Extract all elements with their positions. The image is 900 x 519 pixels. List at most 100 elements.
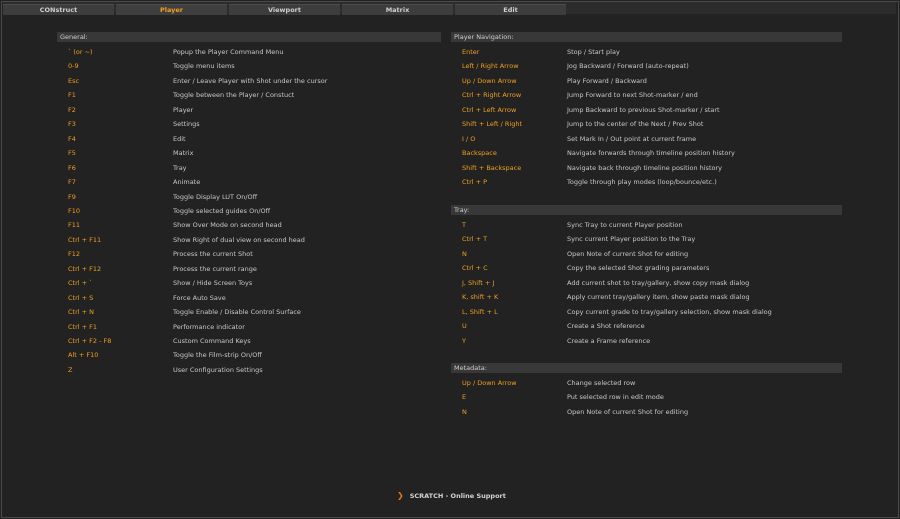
shortcut-key: Ctrl + N — [68, 308, 95, 317]
shortcut-row: Ctrl + N Toggle Enable / Disable Control … — [57, 307, 441, 317]
tab-viewport[interactable]: Viewport — [229, 4, 340, 15]
shortcut-description: Matrix — [173, 149, 194, 158]
shortcut-description: Show Over Mode on second head — [173, 221, 282, 230]
shortcut-description: Animate — [173, 178, 201, 187]
shortcut-description: User Configuration Settings — [173, 365, 263, 374]
shortcut-key: F7 — [68, 178, 76, 187]
shortcut-row: Alt + F10 Toggle the Film-strip On/Off — [57, 350, 441, 360]
shortcut-description: Enter / Leave Player with Shot under the… — [173, 76, 328, 85]
tab-construct[interactable]: CONstruct — [3, 4, 114, 15]
shortcut-row: T Sync Tray to current Player position — [451, 220, 842, 230]
shortcut-row: K, shift + K Apply current tray/gallery i… — [451, 292, 842, 302]
shortcut-row: N Open Note of current Shot for editing — [451, 249, 842, 259]
shortcut-description: Sync Tray to current Player position — [567, 221, 683, 229]
shortcut-description: Create a Frame reference — [567, 336, 651, 345]
main-tab-bar: CONstruct Player Viewport Matrix Edit — [3, 2, 896, 15]
shortcut-row: Ctrl + S Force Auto Save — [57, 293, 441, 303]
shortcut-key: Ctrl + Right Arrow — [462, 91, 522, 100]
shortcut-description: Custom Command Keys — [173, 337, 251, 345]
shortcut-row: F10 Toggle selected guides On/Off — [57, 206, 441, 216]
shortcut-description: Copy the selected Shot grading parameter… — [567, 264, 710, 273]
shortcut-key: Ctrl + P — [462, 178, 488, 187]
shortcut-description: Settings — [173, 120, 200, 129]
tab-matrix[interactable]: Matrix — [342, 4, 453, 15]
tab-edit[interactable]: Edit — [455, 4, 566, 15]
shortcut-key: 0-9 — [68, 62, 79, 71]
shortcut-row: F11 Show Over Mode on second head — [57, 220, 441, 230]
shortcut-description: Show / Hide Screen Toys — [173, 279, 253, 288]
shortcut-description: Open Note of current Shot for editing — [567, 249, 689, 258]
shortcut-row: E Put selected row in edit mode — [451, 392, 842, 402]
shortcut-description: Toggle Display LUT On/Off — [173, 192, 258, 201]
shortcut-key: ` (or ~) — [68, 48, 93, 56]
shortcut-key: F4 — [68, 134, 76, 143]
shortcut-row: 0-9 Toggle menu items — [57, 61, 441, 71]
shortcut-description: Toggle the Film-strip On/Off — [173, 351, 262, 360]
shortcut-description: Sync current Player position to the Tray — [567, 235, 696, 244]
shortcut-description: Apply current tray/gallery item, show pa… — [567, 293, 750, 302]
shortcut-key: Ctrl + F12 — [68, 264, 102, 273]
shortcut-row: Backspace Navigate forwards through timel… — [451, 148, 842, 158]
shortcut-key: Up / Down Arrow — [462, 379, 517, 387]
shortcut-description: Toggle menu items — [173, 62, 235, 71]
shortcut-row: Left / Right Arrow Jog Backward / Forward… — [451, 61, 842, 71]
shortcut-row: L, Shift + L Copy current grade to tray/g… — [451, 307, 842, 317]
shortcut-description: Popup the Player Command Menu — [173, 48, 284, 56]
shortcut-key: Ctrl + F2 - F8 — [68, 337, 112, 345]
shortcut-row: Ctrl + F1 Performance indicator — [57, 322, 441, 332]
shortcut-row: Ctrl + P Toggle through play modes (loop/… — [451, 177, 842, 187]
shortcut-description: Play Forward / Backward — [567, 76, 647, 85]
shortcut-key: Y — [462, 336, 466, 345]
shortcut-key: Shift + Backspace — [462, 163, 522, 172]
shortcut-key: T — [462, 221, 466, 229]
shortcut-key: Esc — [68, 76, 80, 85]
shortcut-description: Create a Shot reference — [567, 322, 645, 331]
shortcut-key: N — [462, 249, 467, 258]
shortcut-key: Ctrl + C — [462, 264, 488, 273]
chevron-right-icon: ❯ — [397, 491, 404, 500]
shortcut-description: Edit — [173, 134, 186, 143]
shortcut-row: Up / Down Arrow Change selected row — [451, 378, 842, 388]
shortcut-key: Ctrl + F11 — [68, 235, 102, 244]
shortcut-description: Put selected row in edit mode — [567, 393, 664, 402]
shortcut-row: I / O Set Mark In / Out point at current … — [451, 134, 842, 144]
shortcut-key: U — [462, 322, 467, 331]
shortcut-key: Ctrl + S — [68, 293, 94, 302]
shortcut-description: Toggle through play modes (loop/bounce/e… — [567, 178, 717, 187]
shortcut-key: Shift + Left / Right — [462, 120, 523, 129]
shortcut-description: Navigate back through timeline position … — [567, 163, 722, 172]
shortcut-row: Ctrl + ` Show / Hide Screen Toys — [57, 278, 441, 288]
shortcut-row: Esc Enter / Leave Player with Shot under … — [57, 76, 441, 86]
shortcut-description: Jog Backward / Forward (auto-repeat) — [567, 62, 689, 71]
shortcut-row: F5 Matrix — [57, 148, 441, 158]
shortcut-description: Tray — [173, 163, 187, 172]
online-support-label: SCRATCH - Online Support — [409, 492, 506, 500]
shortcut-row: Ctrl + C Copy the selected Shot grading p… — [451, 263, 842, 273]
shortcut-key: Backspace — [462, 149, 497, 158]
section-header: Tray: — [451, 205, 842, 215]
shortcut-row: F1 Toggle between the Player / Constuct — [57, 90, 441, 100]
shortcut-row: F9 Toggle Display LUT On/Off — [57, 192, 441, 202]
shortcut-key: Ctrl + ` — [68, 279, 93, 288]
shortcut-row: Ctrl + F11 Show Right of dual view on sec… — [57, 235, 441, 245]
shortcut-row: Ctrl + F2 - F8 Custom Command Keys — [57, 336, 441, 346]
shortcut-row: F6 Tray — [57, 163, 441, 173]
shortcut-key: F11 — [68, 221, 81, 230]
shortcut-key: Left / Right Arrow — [462, 62, 519, 71]
tab-player[interactable]: Player — [116, 4, 227, 15]
online-support-link[interactable]: ❯ SCRATCH - Online Support — [397, 491, 506, 501]
shortcut-description: Performance indicator — [173, 322, 245, 331]
shortcut-row: Ctrl + Left Arrow Jump Backward to previo… — [451, 105, 842, 115]
shortcut-description: Toggle selected guides On/Off — [173, 206, 271, 215]
shortcut-key: L, Shift + L — [462, 307, 498, 316]
shortcut-row: J, Shift + J Add current shot to tray/gal… — [451, 278, 842, 288]
shortcut-description: Add current shot to tray/gallery, show c… — [567, 278, 750, 287]
shortcut-row: F7 Animate — [57, 177, 441, 187]
shortcut-key: Enter — [462, 48, 480, 56]
shortcut-row: Ctrl + F12 Process the current range — [57, 264, 441, 274]
shortcut-key: E — [462, 393, 467, 402]
shortcut-key: Z — [68, 365, 73, 374]
shortcut-key: Ctrl + Left Arrow — [462, 105, 517, 114]
shortcut-description: Jump to the center of the Next / Prev Sh… — [567, 120, 704, 129]
shortcut-description: Open Note of current Shot for editing — [567, 407, 689, 416]
